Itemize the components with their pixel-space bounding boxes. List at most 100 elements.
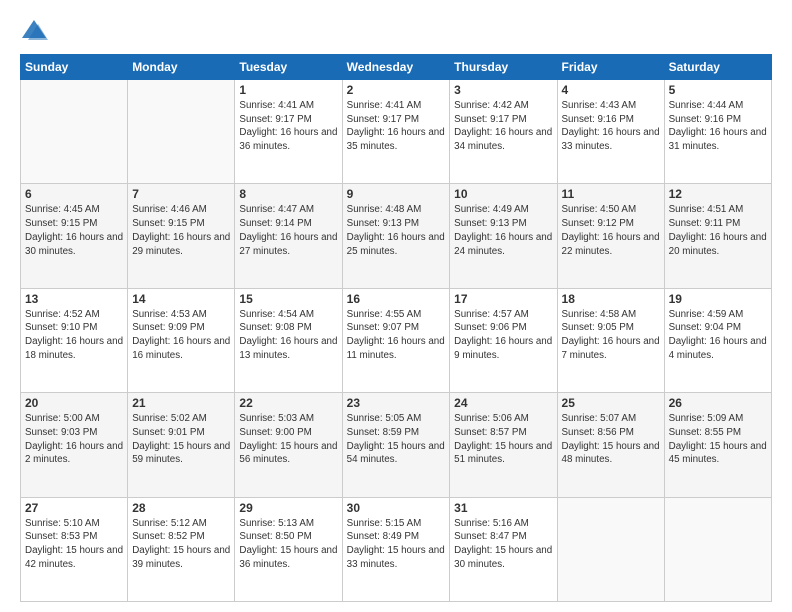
calendar-cell — [557, 497, 664, 601]
day-info: Sunrise: 4:46 AM Sunset: 9:15 PM Dayligh… — [132, 203, 230, 258]
logo-icon — [20, 16, 48, 44]
calendar-cell: 28 Sunrise: 5:12 AM Sunset: 8:52 PM Dayli… — [128, 497, 235, 601]
day-number: 3 — [454, 83, 552, 97]
calendar-cell: 4 Sunrise: 4:43 AM Sunset: 9:16 PM Daylig… — [557, 80, 664, 184]
calendar-cell: 7 Sunrise: 4:46 AM Sunset: 9:15 PM Daylig… — [128, 184, 235, 288]
logo — [20, 16, 50, 44]
calendar-cell: 1 Sunrise: 4:41 AM Sunset: 9:17 PM Daylig… — [235, 80, 342, 184]
calendar-cell: 22 Sunrise: 5:03 AM Sunset: 9:00 PM Dayli… — [235, 393, 342, 497]
day-number: 26 — [669, 396, 767, 410]
day-number: 25 — [562, 396, 660, 410]
calendar-cell: 2 Sunrise: 4:41 AM Sunset: 9:17 PM Daylig… — [342, 80, 450, 184]
calendar-cell: 6 Sunrise: 4:45 AM Sunset: 9:15 PM Daylig… — [21, 184, 128, 288]
day-header-tuesday: Tuesday — [235, 55, 342, 80]
day-info: Sunrise: 4:54 AM Sunset: 9:08 PM Dayligh… — [239, 308, 337, 363]
calendar-cell — [664, 497, 771, 601]
calendar-cell: 31 Sunrise: 5:16 AM Sunset: 8:47 PM Dayli… — [450, 497, 557, 601]
day-number: 12 — [669, 187, 767, 201]
day-info: Sunrise: 4:49 AM Sunset: 9:13 PM Dayligh… — [454, 203, 552, 258]
day-info: Sunrise: 4:59 AM Sunset: 9:04 PM Dayligh… — [669, 308, 767, 363]
calendar-cell: 27 Sunrise: 5:10 AM Sunset: 8:53 PM Dayli… — [21, 497, 128, 601]
calendar-cell: 12 Sunrise: 4:51 AM Sunset: 9:11 PM Dayli… — [664, 184, 771, 288]
day-number: 9 — [347, 187, 446, 201]
day-number: 19 — [669, 292, 767, 306]
calendar-cell: 8 Sunrise: 4:47 AM Sunset: 9:14 PM Daylig… — [235, 184, 342, 288]
day-number: 7 — [132, 187, 230, 201]
day-info: Sunrise: 4:47 AM Sunset: 9:14 PM Dayligh… — [239, 203, 337, 258]
day-info: Sunrise: 4:41 AM Sunset: 9:17 PM Dayligh… — [239, 99, 337, 154]
day-info: Sunrise: 4:43 AM Sunset: 9:16 PM Dayligh… — [562, 99, 660, 154]
calendar-cell: 17 Sunrise: 4:57 AM Sunset: 9:06 PM Dayli… — [450, 288, 557, 392]
day-number: 10 — [454, 187, 552, 201]
day-info: Sunrise: 4:48 AM Sunset: 9:13 PM Dayligh… — [347, 203, 446, 258]
calendar-table: SundayMondayTuesdayWednesdayThursdayFrid… — [20, 54, 772, 602]
calendar-cell: 30 Sunrise: 5:15 AM Sunset: 8:49 PM Dayli… — [342, 497, 450, 601]
calendar-cell: 10 Sunrise: 4:49 AM Sunset: 9:13 PM Dayli… — [450, 184, 557, 288]
day-number: 4 — [562, 83, 660, 97]
calendar-cell: 14 Sunrise: 4:53 AM Sunset: 9:09 PM Dayli… — [128, 288, 235, 392]
calendar-cell: 24 Sunrise: 5:06 AM Sunset: 8:57 PM Dayli… — [450, 393, 557, 497]
calendar-cell: 23Sunrise: 5:05 AM Sunset: 8:59 PM Dayli… — [342, 393, 450, 497]
day-header-sunday: Sunday — [21, 55, 128, 80]
day-number: 27 — [25, 501, 123, 515]
day-number: 1 — [239, 83, 337, 97]
day-header-thursday: Thursday — [450, 55, 557, 80]
day-number: 8 — [239, 187, 337, 201]
day-number: 16 — [347, 292, 446, 306]
calendar-cell: 26 Sunrise: 5:09 AM Sunset: 8:55 PM Dayli… — [664, 393, 771, 497]
day-info: Sunrise: 4:58 AM Sunset: 9:05 PM Dayligh… — [562, 308, 660, 363]
day-info: Sunrise: 5:09 AM Sunset: 8:55 PM Dayligh… — [669, 412, 767, 467]
day-number: 31 — [454, 501, 552, 515]
day-info: Sunrise: 4:42 AM Sunset: 9:17 PM Dayligh… — [454, 99, 552, 154]
day-info: Sunrise: 5:02 AM Sunset: 9:01 PM Dayligh… — [132, 412, 230, 467]
day-number: 5 — [669, 83, 767, 97]
calendar-cell: 5 Sunrise: 4:44 AM Sunset: 9:16 PM Daylig… — [664, 80, 771, 184]
day-info: Sunrise: 5:06 AM Sunset: 8:57 PM Dayligh… — [454, 412, 552, 467]
day-number: 17 — [454, 292, 552, 306]
day-number: 29 — [239, 501, 337, 515]
day-info: Sunrise: 5:05 AM Sunset: 8:59 PM Dayligh… — [347, 412, 446, 467]
calendar-cell: 25 Sunrise: 5:07 AM Sunset: 8:56 PM Dayli… — [557, 393, 664, 497]
day-number: 2 — [347, 83, 446, 97]
day-info: Sunrise: 5:16 AM Sunset: 8:47 PM Dayligh… — [454, 517, 552, 572]
day-number: 30 — [347, 501, 446, 515]
day-number: 14 — [132, 292, 230, 306]
day-info: Sunrise: 5:03 AM Sunset: 9:00 PM Dayligh… — [239, 412, 337, 467]
day-info: Sunrise: 4:51 AM Sunset: 9:11 PM Dayligh… — [669, 203, 767, 258]
day-info: Sunrise: 5:00 AM Sunset: 9:03 PM Dayligh… — [25, 412, 123, 467]
calendar-cell — [21, 80, 128, 184]
day-info: Sunrise: 5:13 AM Sunset: 8:50 PM Dayligh… — [239, 517, 337, 572]
day-header-friday: Friday — [557, 55, 664, 80]
day-info: Sunrise: 4:57 AM Sunset: 9:06 PM Dayligh… — [454, 308, 552, 363]
day-info: Sunrise: 4:55 AM Sunset: 9:07 PM Dayligh… — [347, 308, 446, 363]
day-header-monday: Monday — [128, 55, 235, 80]
calendar-cell: 11Sunrise: 4:50 AM Sunset: 9:12 PM Dayli… — [557, 184, 664, 288]
day-number: 11 — [562, 187, 660, 201]
day-info: Sunrise: 4:45 AM Sunset: 9:15 PM Dayligh… — [25, 203, 123, 258]
day-info: Sunrise: 4:52 AM Sunset: 9:10 PM Dayligh… — [25, 308, 123, 363]
day-number: 22 — [239, 396, 337, 410]
day-info: Sunrise: 4:41 AM Sunset: 9:17 PM Dayligh… — [347, 99, 446, 154]
calendar-cell: 19 Sunrise: 4:59 AM Sunset: 9:04 PM Dayli… — [664, 288, 771, 392]
calendar-cell: 13Sunrise: 4:52 AM Sunset: 9:10 PM Dayli… — [21, 288, 128, 392]
day-number: 24 — [454, 396, 552, 410]
day-header-saturday: Saturday — [664, 55, 771, 80]
day-number: 18 — [562, 292, 660, 306]
calendar-cell: 9 Sunrise: 4:48 AM Sunset: 9:13 PM Daylig… — [342, 184, 450, 288]
day-number: 21 — [132, 396, 230, 410]
calendar-cell: 3 Sunrise: 4:42 AM Sunset: 9:17 PM Daylig… — [450, 80, 557, 184]
day-number: 15 — [239, 292, 337, 306]
day-info: Sunrise: 5:07 AM Sunset: 8:56 PM Dayligh… — [562, 412, 660, 467]
day-info: Sunrise: 5:12 AM Sunset: 8:52 PM Dayligh… — [132, 517, 230, 572]
calendar-cell: 16 Sunrise: 4:55 AM Sunset: 9:07 PM Dayli… — [342, 288, 450, 392]
day-number: 6 — [25, 187, 123, 201]
day-header-wednesday: Wednesday — [342, 55, 450, 80]
day-info: Sunrise: 4:53 AM Sunset: 9:09 PM Dayligh… — [132, 308, 230, 363]
day-info: Sunrise: 5:15 AM Sunset: 8:49 PM Dayligh… — [347, 517, 446, 572]
day-info: Sunrise: 4:44 AM Sunset: 9:16 PM Dayligh… — [669, 99, 767, 154]
day-info: Sunrise: 5:10 AM Sunset: 8:53 PM Dayligh… — [25, 517, 123, 572]
calendar-cell: 15 Sunrise: 4:54 AM Sunset: 9:08 PM Dayli… — [235, 288, 342, 392]
calendar-cell: 21 Sunrise: 5:02 AM Sunset: 9:01 PM Dayli… — [128, 393, 235, 497]
calendar-cell: 29 Sunrise: 5:13 AM Sunset: 8:50 PM Dayli… — [235, 497, 342, 601]
day-number: 28 — [132, 501, 230, 515]
